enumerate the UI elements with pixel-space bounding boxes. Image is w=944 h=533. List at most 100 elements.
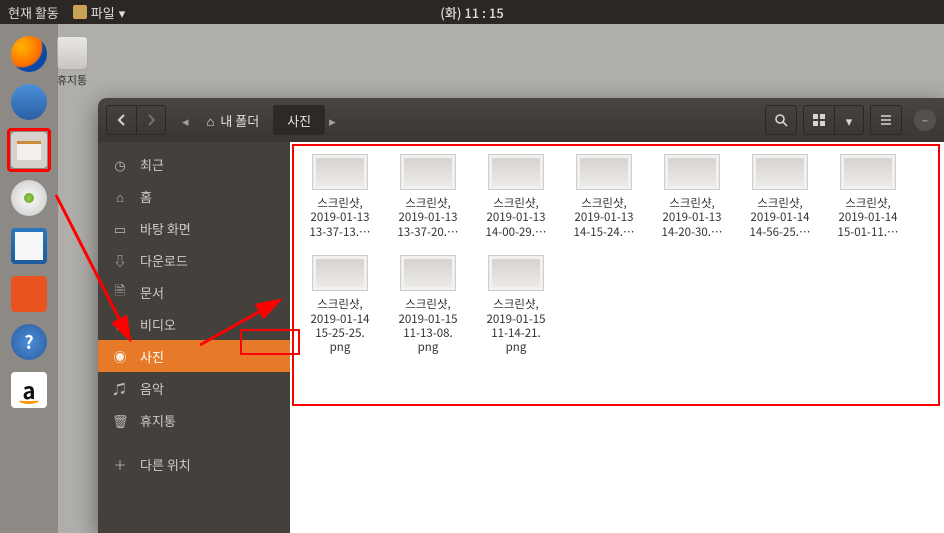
file-thumbnail	[664, 154, 720, 190]
file-item[interactable]: 스크린샷,2019-01-1415-25-25.png	[300, 251, 380, 359]
file-thumbnail	[488, 255, 544, 291]
sidebar-item-trash[interactable]: 🗑휴지통	[98, 404, 290, 436]
dock-help[interactable]: ?	[7, 320, 51, 364]
libreoffice-icon	[11, 228, 47, 264]
help-icon: ?	[11, 324, 47, 360]
file-item[interactable]: 스크린샷,2019-01-1313-37-20.…	[388, 150, 468, 243]
file-label-line: 2019-01-13	[486, 210, 545, 224]
desktop-trash[interactable]: 휴지통	[52, 36, 92, 88]
thunderbird-icon	[11, 84, 47, 120]
sidebar-item-downloads[interactable]: ⇩ 다운로드	[98, 244, 290, 276]
clock[interactable]: (화) 11 : 15	[440, 3, 504, 22]
file-label-line: 11-13-08.	[403, 326, 452, 340]
documents-icon: 🗎	[112, 280, 128, 304]
file-label-line: 15-25-25.	[315, 326, 364, 340]
activities-button[interactable]: 현재 활동	[8, 3, 59, 22]
sidebar-item-music[interactable]: ♫ 음악	[98, 372, 290, 404]
hamburger-icon	[879, 113, 893, 127]
view-group: ▾	[803, 105, 864, 135]
file-item[interactable]: 스크린샷,2019-01-1511-14-21.png	[476, 251, 556, 359]
file-thumbnail	[312, 255, 368, 291]
path-home-label: 내 폴더	[220, 111, 259, 130]
file-label-line: 2019-01-14	[310, 312, 369, 326]
files-icon	[11, 132, 47, 168]
file-thumbnail	[312, 154, 368, 190]
chevron-down-icon: ▾	[119, 3, 126, 22]
file-label-line: 14-15-24.…	[574, 225, 635, 239]
file-item[interactable]: 스크린샷,2019-01-1314-00-29.…	[476, 150, 556, 243]
sidebar-item-label: 음악	[140, 379, 164, 398]
trash-icon	[56, 36, 88, 70]
file-label-line: 2019-01-15	[398, 312, 457, 326]
file-item[interactable]: 스크린샷,2019-01-1314-15-24.…	[564, 150, 644, 243]
view-grid-button[interactable]	[803, 105, 834, 135]
path-current[interactable]: 사진	[273, 105, 325, 135]
file-item[interactable]: 스크린샷,2019-01-1314-20-30.…	[652, 150, 732, 243]
search-icon	[774, 113, 788, 127]
pathbar: ◂ ⌂ 내 폴더 사진 ▸	[178, 105, 340, 135]
dock-firefox[interactable]	[7, 32, 51, 76]
file-label-line: 2019-01-13	[574, 210, 633, 224]
sidebar-item-home[interactable]: ⌂홈	[98, 180, 290, 212]
files-grid: 스크린샷,2019-01-1313-37-13.…스크린샷,2019-01-13…	[300, 150, 934, 359]
desktop-icon: ▭	[112, 219, 128, 238]
file-label-line: 스크린샷,	[493, 196, 539, 210]
file-label-line: 2019-01-15	[486, 312, 545, 326]
sidebar-item-desktop[interactable]: ▭ 바탕 화면	[98, 212, 290, 244]
file-label-line: 스크린샷,	[845, 196, 891, 210]
file-item[interactable]: 스크린샷,2019-01-1415-01-11.…	[828, 150, 908, 243]
path-prev-icon[interactable]: ◂	[182, 111, 189, 130]
sidebar-item-label: 문서	[140, 283, 164, 302]
sidebar-item-videos[interactable]: ▸비디오	[98, 308, 290, 340]
minimize-button[interactable]: –	[914, 109, 936, 131]
file-thumbnail	[488, 154, 544, 190]
dock-libreoffice[interactable]	[7, 224, 51, 268]
file-label-line: 14-00-29.…	[486, 225, 547, 239]
top-panel: 현재 활동 파일 ▾ (화) 11 : 15	[0, 0, 944, 24]
sidebar-item-label: 다운로드	[140, 251, 188, 270]
dock-software[interactable]	[7, 272, 51, 316]
back-button[interactable]	[106, 105, 136, 135]
dock-thunderbird[interactable]	[7, 80, 51, 124]
software-icon	[11, 276, 47, 312]
file-label-line: 2019-01-14	[750, 210, 809, 224]
file-label-line: 스크린샷,	[757, 196, 803, 210]
path-home[interactable]: ⌂ 내 폴더	[193, 105, 274, 135]
forward-button[interactable]	[136, 105, 166, 135]
trash-label: 휴지통	[57, 72, 87, 88]
rhythmbox-icon	[11, 180, 47, 216]
dock: ? a	[0, 24, 58, 533]
files-window: ◂ ⌂ 내 폴더 사진 ▸ ▾ – ◷최근⌂홈▭바탕 화면⇩다운로드🗎문서▸비디…	[98, 98, 944, 533]
music-icon: ♫	[112, 379, 128, 398]
file-label-line: 스크린샷,	[317, 297, 363, 311]
file-label-line: png	[418, 340, 439, 354]
sidebar-item-pictures[interactable]: ◉사진	[98, 340, 290, 372]
file-item[interactable]: 스크린샷,2019-01-1313-37-13.…	[300, 150, 380, 243]
hamburger-button[interactable]	[870, 105, 902, 135]
sidebar-item-label: 비디오	[140, 315, 176, 334]
dock-rhythmbox[interactable]	[7, 176, 51, 220]
grid-icon	[812, 113, 826, 127]
sidebar-item-label: 홈	[140, 187, 152, 206]
sidebar-item-label: 바탕 화면	[140, 219, 191, 238]
sidebar-item-other[interactable]: ＋다른 위치	[98, 448, 290, 480]
file-item[interactable]: 스크린샷,2019-01-1511-13-08.png	[388, 251, 468, 359]
view-menu-button[interactable]: ▾	[834, 105, 864, 135]
search-button[interactable]	[765, 105, 797, 135]
sidebar-item-documents[interactable]: 🗎 문서	[98, 276, 290, 308]
dock-amazon[interactable]: a	[7, 368, 51, 412]
file-label-line: 스크린샷,	[669, 196, 715, 210]
sidebar-item-recent[interactable]: ◷최근	[98, 148, 290, 180]
file-label-line: 스크린샷,	[405, 297, 451, 311]
sidebar-item-label: 다른 위치	[140, 455, 191, 474]
amazon-icon: a	[11, 372, 47, 408]
downloads-icon: ⇩	[112, 251, 128, 270]
file-label-line: 스크린샷,	[581, 196, 627, 210]
app-menu[interactable]: 파일 ▾	[73, 3, 125, 22]
path-next-icon[interactable]: ▸	[329, 111, 336, 130]
file-item[interactable]: 스크린샷,2019-01-1414-56-25.…	[740, 150, 820, 243]
file-label-line: 13-37-20.…	[398, 225, 459, 239]
file-label-line: 14-20-30.…	[662, 225, 723, 239]
content-area[interactable]: 스크린샷,2019-01-1313-37-13.…스크린샷,2019-01-13…	[290, 142, 944, 533]
dock-files[interactable]	[7, 128, 51, 172]
